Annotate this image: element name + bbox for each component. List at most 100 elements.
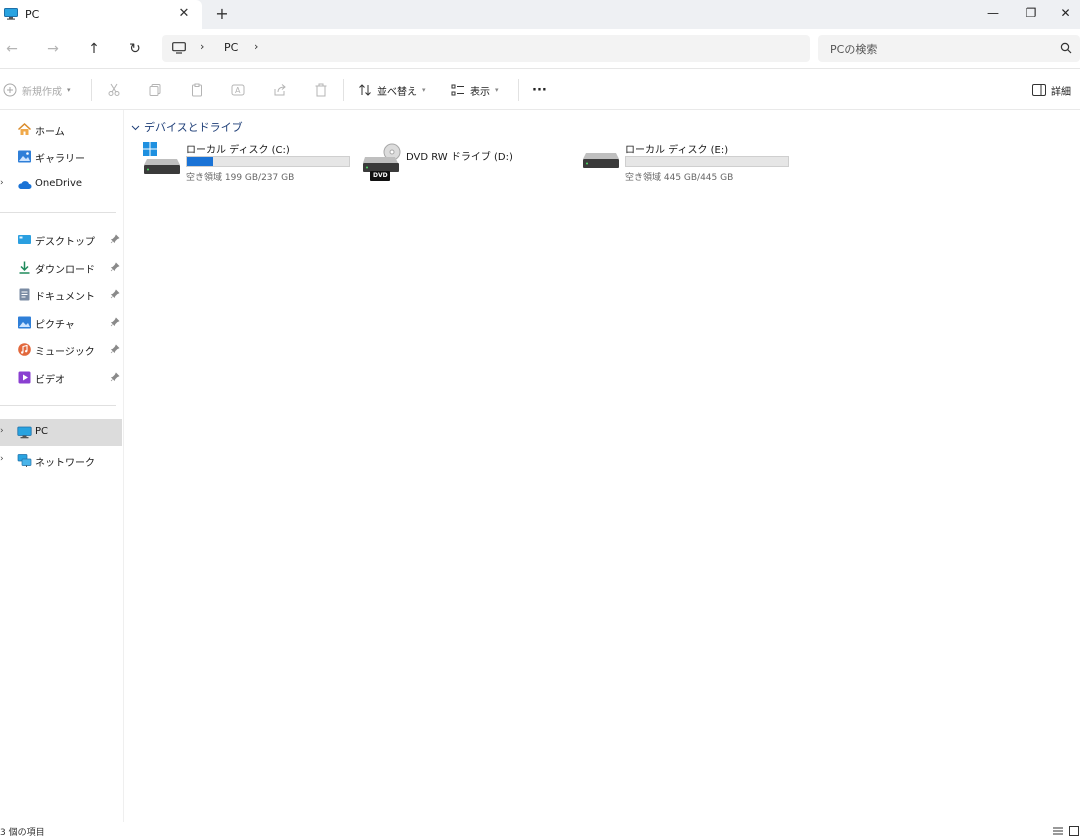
copy-icon[interactable]: [148, 81, 162, 99]
chevron-down-icon: [131, 125, 140, 130]
paste-icon[interactable]: [190, 81, 204, 99]
sidebar-item-onedrive[interactable]: › OneDrive: [0, 171, 122, 198]
large-icons-view-icon[interactable]: [1068, 825, 1080, 837]
details-view-icon[interactable]: [1052, 825, 1064, 837]
forward-button[interactable]: →: [41, 37, 65, 61]
details-pane-button[interactable]: 詳細: [1032, 81, 1071, 99]
back-button[interactable]: ←: [0, 37, 24, 61]
item-count: 3 個の項目: [0, 828, 45, 838]
sidebar-item-label: ドキュメント: [35, 292, 95, 303]
title-bar: PC ✕ + — ❐ ✕: [0, 0, 1080, 29]
view-list-icon: [451, 84, 464, 96]
up-button[interactable]: ↑: [82, 37, 106, 61]
sidebar-divider: [0, 212, 116, 213]
drive-c[interactable]: ローカル ディスク (C:) 空き領域 199 GB/237 GB: [142, 140, 354, 188]
sidebar-item-home[interactable]: ホーム: [0, 116, 122, 143]
picture-icon: [18, 316, 31, 329]
expand-chevron-icon[interactable]: ›: [0, 426, 4, 436]
rename-icon[interactable]: A: [231, 81, 245, 99]
sort-button[interactable]: 並べ替え ▾: [358, 81, 426, 99]
download-icon: [19, 261, 30, 274]
sidebar-item-music[interactable]: ミュージック: [0, 336, 122, 363]
capacity-bar: [625, 156, 789, 167]
capacity-bar-fill: [187, 157, 213, 166]
sidebar-item-label: ミュージック: [35, 347, 95, 358]
refresh-button[interactable]: ↻: [123, 37, 147, 61]
pin-icon[interactable]: [110, 317, 120, 327]
music-icon: [18, 343, 31, 356]
status-bar: 3 個の項目: [0, 822, 1080, 840]
drive-name: DVD RW ドライブ (D:): [406, 152, 513, 163]
desktop-icon: [18, 235, 31, 244]
search-placeholder: PCの検索: [830, 43, 878, 56]
tab-pc[interactable]: PC ✕: [0, 0, 202, 29]
cloud-icon: [18, 181, 32, 189]
chevron-down-icon: ▾: [67, 86, 71, 94]
sidebar-item-label: ホーム: [35, 127, 65, 138]
capacity-bar: [186, 156, 350, 167]
search-box[interactable]: PCの検索: [818, 35, 1080, 62]
group-title: デバイスとドライブ: [144, 121, 243, 134]
address-bar[interactable]: › PC ›: [162, 35, 810, 62]
minimize-button[interactable]: —: [975, 0, 1011, 26]
plus-circle-icon: [3, 83, 17, 97]
delete-icon[interactable]: [314, 81, 328, 99]
toolbar-divider: [518, 79, 519, 101]
breadcrumb-separator[interactable]: ›: [200, 40, 204, 53]
expand-chevron-icon[interactable]: ›: [0, 454, 4, 464]
view-label: 表示: [470, 86, 490, 98]
tab-close-button[interactable]: ✕: [176, 4, 192, 24]
sort-icon: [359, 84, 371, 96]
breadcrumb-expand[interactable]: ›: [254, 40, 258, 53]
share-icon[interactable]: [273, 81, 287, 99]
sidebar-item-label: ビデオ: [35, 375, 65, 386]
toolbar-divider: [91, 79, 92, 101]
sort-label: 並べ替え: [377, 86, 417, 98]
pin-icon[interactable]: [110, 234, 120, 244]
group-header-devices[interactable]: デバイスとドライブ: [131, 119, 243, 135]
sidebar-item-pictures[interactable]: ピクチャ: [0, 309, 122, 336]
drive-e[interactable]: ローカル ディスク (E:) 空き領域 445 GB/445 GB: [581, 140, 793, 188]
windows-drive-icon: [143, 142, 180, 174]
expand-chevron-icon[interactable]: ›: [0, 178, 4, 188]
drive-free-space: 空き領域 199 GB/237 GB: [186, 173, 295, 183]
network-icon: [17, 454, 32, 467]
details-pane-icon: [1032, 84, 1046, 96]
pin-icon[interactable]: [110, 372, 120, 382]
sidebar-item-documents[interactable]: ドキュメント: [0, 281, 122, 308]
gallery-icon: [18, 150, 31, 163]
sidebar-item-label: PC: [35, 426, 49, 437]
view-button[interactable]: 表示 ▾: [451, 81, 499, 99]
file-list: デバイスとドライブ ローカル ディスク (C:) 空き領域 199 GB/237…: [125, 110, 1080, 822]
sidebar-item-videos[interactable]: ビデオ: [0, 364, 122, 391]
more-options-button[interactable]: ···: [532, 81, 547, 99]
pc-icon: [17, 426, 32, 439]
video-icon: [18, 371, 31, 384]
restore-button[interactable]: ❐: [1013, 0, 1049, 26]
new-tab-button[interactable]: +: [212, 4, 232, 24]
close-window-button[interactable]: ✕: [1051, 0, 1080, 26]
sidebar-item-label: ダウンロード: [35, 265, 95, 276]
home-icon: [17, 122, 32, 135]
breadcrumb-pc[interactable]: PC: [224, 41, 238, 54]
sidebar-item-label: ネットワーク: [35, 458, 95, 469]
search-icon[interactable]: [1060, 42, 1072, 54]
svg-text:A: A: [235, 86, 241, 95]
new-button[interactable]: 新規作成 ▾: [3, 81, 71, 99]
command-bar: 新規作成 ▾ A 並べ替え ▾ 表示 ▾ ··· 詳細: [0, 70, 1080, 110]
drive-d[interactable]: DVD DVD RW ドライブ (D:): [362, 140, 562, 188]
document-icon: [19, 288, 30, 301]
details-label: 詳細: [1051, 86, 1071, 98]
cut-icon[interactable]: [107, 81, 121, 99]
sidebar-item-downloads[interactable]: ダウンロード: [0, 254, 122, 281]
pin-icon[interactable]: [110, 262, 120, 272]
pin-icon[interactable]: [110, 344, 120, 354]
sidebar-item-desktop[interactable]: デスクトップ: [0, 226, 122, 253]
sidebar-item-gallery[interactable]: ギャラリー: [0, 143, 122, 170]
navigation-pane: ホーム ギャラリー › OneDrive デスクトップ ダウンロード ドキュメン…: [0, 110, 124, 822]
sidebar-item-pc[interactable]: › PC: [0, 419, 122, 446]
sidebar-item-label: ピクチャ: [35, 320, 75, 331]
sidebar-item-network[interactable]: › ネットワーク: [0, 447, 122, 474]
sidebar-item-label: ギャラリー: [35, 154, 85, 165]
pin-icon[interactable]: [110, 289, 120, 299]
